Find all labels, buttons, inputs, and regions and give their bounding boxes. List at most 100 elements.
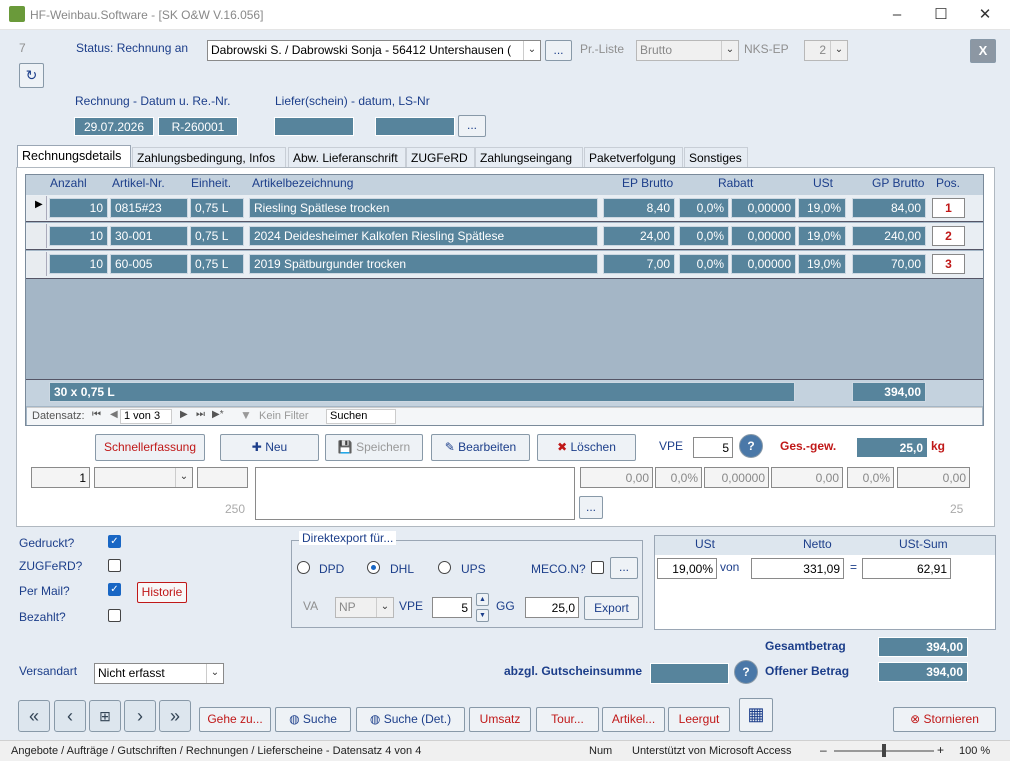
row-selector[interactable]	[27, 224, 47, 248]
cell-art[interactable]: 60-005	[110, 254, 188, 274]
chevron-down-icon[interactable]: ⌄	[721, 41, 738, 60]
entry-description[interactable]	[255, 467, 575, 520]
calculator-icon[interactable]: ▦	[739, 698, 773, 732]
cell-ep[interactable]: 24,00	[603, 226, 675, 246]
cell-unit[interactable]: 0,75 L	[190, 254, 244, 274]
navigator-position[interactable]: 1 von 3	[120, 409, 172, 424]
cell-name[interactable]: 2019 Spätburgunder trocken	[249, 254, 598, 274]
export-vpe-field[interactable]: 5	[432, 597, 472, 618]
paid-checkbox[interactable]	[108, 609, 121, 622]
cell-rabatt2[interactable]: 0,00000	[731, 226, 796, 246]
vpe-down-icon[interactable]: ▼	[476, 609, 489, 622]
cell-rabatt2[interactable]: 0,00000	[731, 198, 796, 218]
cell-art[interactable]: 30-001	[110, 226, 188, 246]
cell-qty[interactable]: 10	[49, 226, 108, 246]
meco-more-button[interactable]: ...	[610, 557, 638, 579]
cell-pos[interactable]: 3	[932, 254, 965, 274]
next-record-icon[interactable]: ▶	[180, 409, 188, 420]
entry-unit[interactable]	[197, 467, 248, 488]
cell-name[interactable]: Riesling Spätlese trocken	[249, 198, 598, 218]
close-window-button[interactable]: ✕	[962, 0, 1008, 30]
new-record-button[interactable]: ⊞	[89, 700, 121, 732]
close-form-button[interactable]: X	[970, 39, 996, 63]
tab-zahlungsbedingung[interactable]: Zahlungsbedingung, Infos	[132, 147, 286, 168]
tab-zahlungseingang[interactable]: Zahlungseingang	[475, 147, 583, 168]
next-record-button[interactable]: ›	[124, 700, 156, 732]
invoice-date[interactable]: 29.07.2026	[74, 117, 154, 136]
cell-gp[interactable]: 84,00	[852, 198, 926, 218]
shipping-combo[interactable]: Nicht erfasst ⌄	[94, 663, 224, 684]
minimize-button[interactable]: –	[874, 0, 920, 30]
chevron-down-icon[interactable]: ⌄	[206, 664, 223, 683]
delivery-more-button[interactable]: ...	[458, 115, 486, 137]
chevron-down-icon[interactable]: ⌄	[523, 41, 540, 60]
entry-rabatt[interactable]: 0,0%	[655, 467, 702, 488]
customer-more-button[interactable]: ...	[545, 40, 572, 61]
cell-name[interactable]: 2024 Deidesheimer Kalkofen Riesling Spät…	[249, 226, 598, 246]
sales-button[interactable]: Umsatz	[469, 707, 531, 732]
cell-gp[interactable]: 70,00	[852, 254, 926, 274]
goto-button[interactable]: Gehe zu...	[199, 707, 271, 732]
entry-article-combo[interactable]: ⌄	[94, 467, 193, 488]
article-button[interactable]: Artikel...	[602, 707, 665, 732]
tour-button[interactable]: Tour...	[536, 707, 599, 732]
help-icon[interactable]: ?	[739, 434, 763, 458]
new-button[interactable]: ✚ Neu	[220, 434, 319, 461]
new-record-nav-icon[interactable]: ▶*	[212, 409, 224, 420]
cell-pos[interactable]: 1	[932, 198, 965, 218]
zoom-slider-thumb[interactable]	[882, 744, 886, 757]
mail-checkbox[interactable]: ✓	[108, 583, 121, 596]
delete-button[interactable]: ✖ Löschen	[537, 434, 636, 461]
cell-art[interactable]: 0815#23	[110, 198, 188, 218]
zugferd-checkbox[interactable]	[108, 559, 121, 572]
tab-sonstiges[interactable]: Sonstiges	[684, 147, 748, 168]
delivery-date[interactable]	[274, 117, 354, 136]
edit-button[interactable]: ✎ Bearbeiten	[431, 434, 530, 461]
entry-ust-pct[interactable]: 0,0%	[847, 467, 894, 488]
cell-unit[interactable]: 0,75 L	[190, 198, 244, 218]
zoom-out-icon[interactable]: –	[820, 743, 827, 757]
price-list-combo[interactable]: Brutto ⌄	[636, 40, 739, 61]
cell-ust[interactable]: 19,0%	[798, 226, 846, 246]
tab-paketverfolgung[interactable]: Paketverfolgung	[584, 147, 683, 168]
search-button[interactable]: ◍ Suche	[275, 707, 351, 732]
printed-checkbox[interactable]: ✓	[108, 535, 121, 548]
invoice-number[interactable]: R-260001	[158, 117, 238, 136]
empties-button[interactable]: Leergut	[668, 707, 730, 732]
voucher-help-icon[interactable]: ?	[734, 660, 758, 684]
filter-icon[interactable]: ▼	[240, 408, 252, 422]
entry-rabatt2[interactable]: 0,00000	[704, 467, 769, 488]
cell-gp[interactable]: 240,00	[852, 226, 926, 246]
prev-record-icon[interactable]: ◀	[110, 409, 118, 420]
cancel-invoice-button[interactable]: ⊗ Stornieren	[893, 707, 996, 732]
tab-zugferd[interactable]: ZUGFeRD	[406, 147, 475, 168]
entry-qty[interactable]: 1	[31, 467, 90, 488]
vpe-field[interactable]: 5	[693, 437, 733, 458]
chevron-down-icon[interactable]: ⌄	[830, 41, 847, 60]
entry-more-button[interactable]: ...	[579, 496, 603, 519]
last-record-button[interactable]: »	[159, 700, 191, 732]
entry-gp[interactable]: 0,00	[897, 467, 970, 488]
export-button[interactable]: Export	[584, 596, 639, 620]
dhl-radio[interactable]	[367, 561, 380, 574]
filter-label[interactable]: Kein Filter	[259, 410, 309, 422]
dpd-radio[interactable]	[297, 561, 310, 574]
entry-ep[interactable]: 0,00	[580, 467, 653, 488]
cell-rabatt2[interactable]: 0,00000	[731, 254, 796, 274]
navigator-search[interactable]: Suchen	[326, 409, 396, 424]
first-record-icon[interactable]: ⏮	[92, 409, 101, 420]
entry-ust[interactable]: 0,00	[771, 467, 843, 488]
cell-qty[interactable]: 10	[49, 198, 108, 218]
tab-abw-lieferanschrift[interactable]: Abw. Lieferanschrift	[288, 147, 406, 168]
save-button[interactable]: 💾 Speichern	[325, 434, 423, 461]
cell-rabatt[interactable]: 0,0%	[679, 254, 729, 274]
cell-pos[interactable]: 2	[932, 226, 965, 246]
delivery-number[interactable]	[375, 117, 455, 136]
cell-ep[interactable]: 8,40	[603, 198, 675, 218]
maximize-button[interactable]: ☐	[918, 0, 964, 30]
gg-field[interactable]: 25,0	[525, 597, 579, 618]
nks-combo[interactable]: 2 ⌄	[804, 40, 848, 61]
va-combo[interactable]: NP ⌄	[335, 597, 394, 618]
search-detail-button[interactable]: ◍ Suche (Det.)	[356, 707, 465, 732]
history-button[interactable]: Historie	[137, 582, 187, 603]
